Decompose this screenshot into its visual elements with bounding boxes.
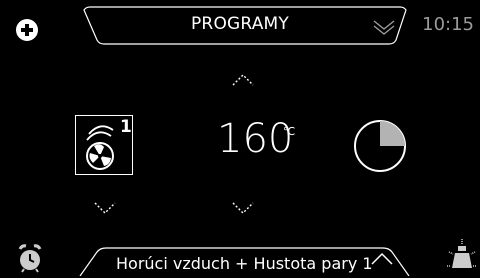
temperature-unit: ℃ bbox=[283, 125, 296, 138]
menu-dropdown-button[interactable] bbox=[370, 12, 398, 40]
alarm-clock-icon bbox=[18, 244, 42, 273]
pie-timer-icon bbox=[354, 120, 406, 172]
temperature-value[interactable]: 160 bbox=[217, 116, 293, 162]
double-chevron-down-icon bbox=[373, 20, 395, 35]
chevron-up-icon bbox=[232, 74, 254, 86]
program-expand-button[interactable] bbox=[368, 249, 396, 269]
chevron-up-icon bbox=[371, 252, 393, 265]
mode-level: 1 bbox=[120, 117, 132, 137]
page-title: PROGRAMY bbox=[190, 14, 290, 34]
program-label[interactable]: Horúci vzduch + Hustota pary 1 bbox=[116, 254, 373, 273]
temperature-down-button[interactable] bbox=[228, 198, 258, 218]
mode-down-button[interactable] bbox=[90, 198, 120, 218]
temperature-up-button[interactable] bbox=[228, 70, 258, 90]
chevron-down-icon bbox=[94, 202, 116, 214]
oven-light-icon bbox=[447, 239, 477, 268]
timer-button[interactable] bbox=[352, 118, 408, 174]
timer-progress-fill bbox=[380, 121, 405, 146]
light-button[interactable] bbox=[445, 238, 479, 274]
chevron-down-icon bbox=[232, 202, 254, 214]
clock-time: 10:15 bbox=[422, 14, 474, 35]
alarm-button[interactable] bbox=[14, 240, 48, 274]
